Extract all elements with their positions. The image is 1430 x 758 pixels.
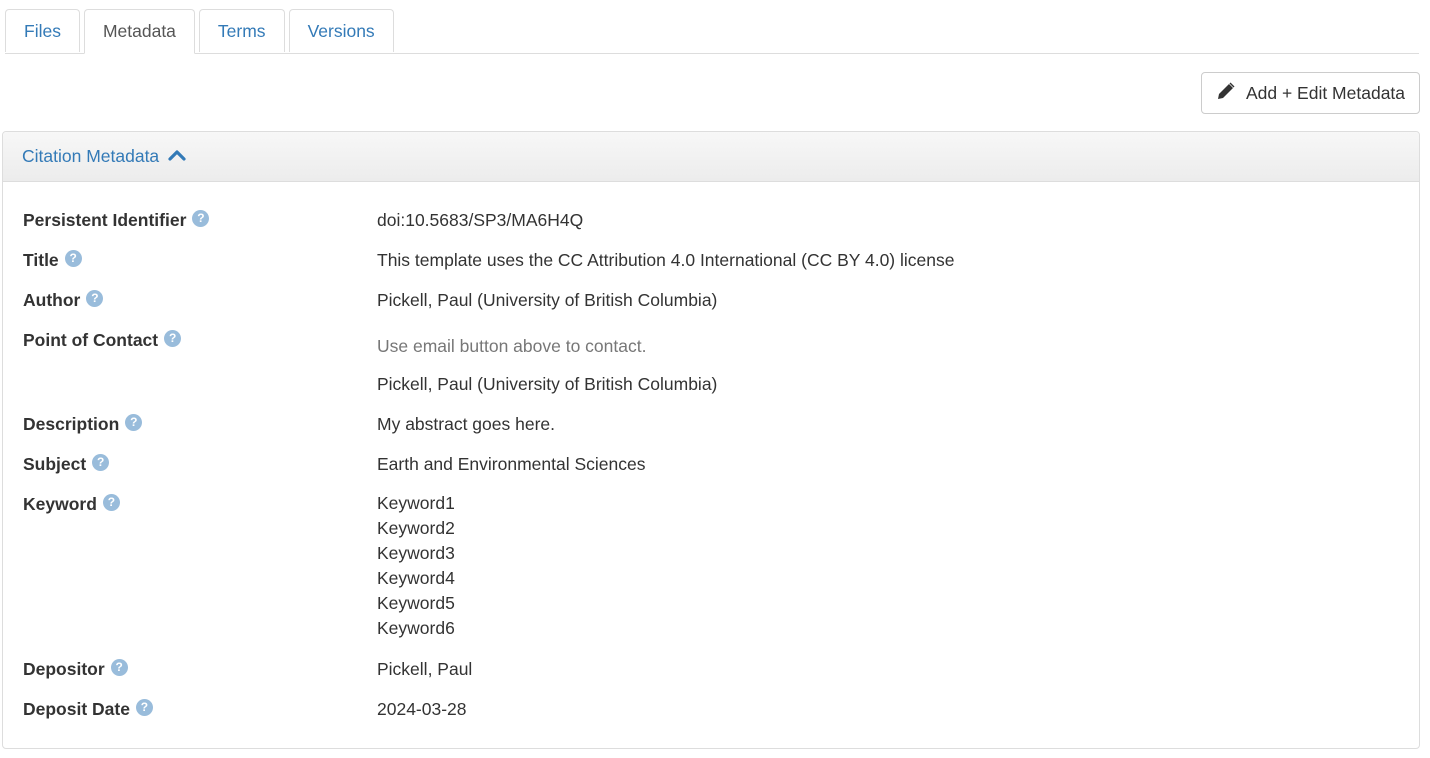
field-label-author: Author ? (23, 290, 104, 311)
list-item: Keyword2 (377, 518, 455, 538)
author-value: Pickell, Paul (University of British Col… (377, 290, 718, 310)
question-circle-icon[interactable]: ? (192, 210, 210, 227)
field-label-text: Title (23, 250, 59, 270)
tab-bar: Files Metadata Terms Versions (5, 9, 1419, 54)
field-label-text: Author (23, 290, 81, 310)
persistent-identifier-value: doi:10.5683/SP3/MA6H4Q (377, 210, 584, 230)
question-circle-icon[interactable]: ? (135, 699, 153, 716)
title-value: This template uses the CC Attribution 4.… (377, 250, 955, 270)
chevron-up-icon (168, 146, 186, 167)
field-label-depositor: Depositor ? (23, 659, 128, 680)
question-circle-icon[interactable]: ? (86, 290, 104, 307)
question-circle-icon[interactable]: ? (125, 414, 143, 431)
citation-metadata-panel: Citation Metadata Persistent Identifier … (2, 131, 1420, 749)
field-label-text: Description (23, 414, 120, 434)
depositor-value: Pickell, Paul (377, 659, 473, 679)
question-circle-icon[interactable]: ? (92, 454, 110, 471)
add-edit-metadata-label: Add + Edit Metadata (1245, 82, 1406, 103)
question-circle-icon[interactable]: ? (64, 250, 82, 267)
list-item: Keyword1 (377, 493, 455, 513)
keyword-list: Keyword1 Keyword2 Keyword3 Keyword4 Keyw… (377, 491, 455, 641)
field-label-text: Subject (23, 454, 87, 474)
point-of-contact-note: Use email button above to contact. (377, 336, 647, 356)
add-edit-metadata-button[interactable]: Add + Edit Metadata (1201, 72, 1420, 114)
field-label-persistent-identifier: Persistent Identifier ? (23, 210, 210, 231)
deposit-date-value: 2024-03-28 (377, 699, 467, 719)
question-circle-icon[interactable]: ? (164, 330, 182, 347)
list-item: Keyword4 (377, 568, 455, 588)
field-label-text: Depositor (23, 659, 105, 679)
question-circle-icon[interactable]: ? (102, 494, 120, 511)
question-circle-icon[interactable]: ? (110, 659, 128, 676)
field-label-title: Title ? (23, 250, 82, 271)
field-label-keyword: Keyword ? (23, 494, 120, 515)
description-value: My abstract goes here. (377, 414, 555, 434)
tab-files[interactable]: Files (5, 9, 80, 52)
pencil-icon (1216, 81, 1236, 106)
field-label-text: Point of Contact (23, 330, 159, 350)
tab-metadata[interactable]: Metadata (83, 9, 195, 54)
tab-terms[interactable]: Terms (198, 9, 285, 52)
field-label-deposit-date: Deposit Date ? (23, 699, 153, 720)
field-label-text: Deposit Date (23, 699, 130, 719)
list-item: Keyword3 (377, 543, 455, 563)
subject-value: Earth and Environmental Sciences (377, 454, 646, 474)
panel-heading-label: Citation Metadata (22, 146, 160, 166)
list-item: Keyword5 (377, 593, 455, 613)
list-item: Keyword6 (377, 618, 455, 638)
field-label-text: Persistent Identifier (23, 210, 187, 230)
tab-versions[interactable]: Versions (288, 9, 394, 52)
field-label-point-of-contact: Point of Contact ? (23, 330, 182, 351)
point-of-contact-value: Pickell, Paul (University of British Col… (377, 374, 718, 394)
field-label-description: Description ? (23, 414, 143, 435)
field-label-text: Keyword (23, 494, 97, 514)
field-label-subject: Subject ? (23, 454, 110, 475)
citation-metadata-toggle[interactable]: Citation Metadata (3, 132, 1419, 182)
